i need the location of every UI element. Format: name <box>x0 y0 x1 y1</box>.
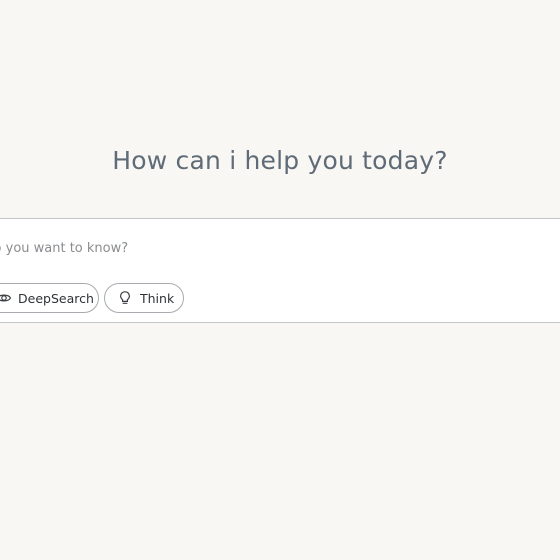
composer-box: DeepSearch Think <box>0 218 560 323</box>
think-label: Think <box>140 290 175 306</box>
deepsearch-label: DeepSearch <box>18 290 94 306</box>
deepsearch-icon <box>0 290 12 306</box>
lightbulb-icon <box>117 290 133 306</box>
prompt-input[interactable] <box>0 239 541 257</box>
page-title: How can i help you today? <box>112 146 448 175</box>
deepsearch-button[interactable]: DeepSearch <box>0 283 99 313</box>
chat-start-screen: How can i help you today? DeepSearch Thi… <box>0 0 560 560</box>
think-button[interactable]: Think <box>104 283 184 313</box>
